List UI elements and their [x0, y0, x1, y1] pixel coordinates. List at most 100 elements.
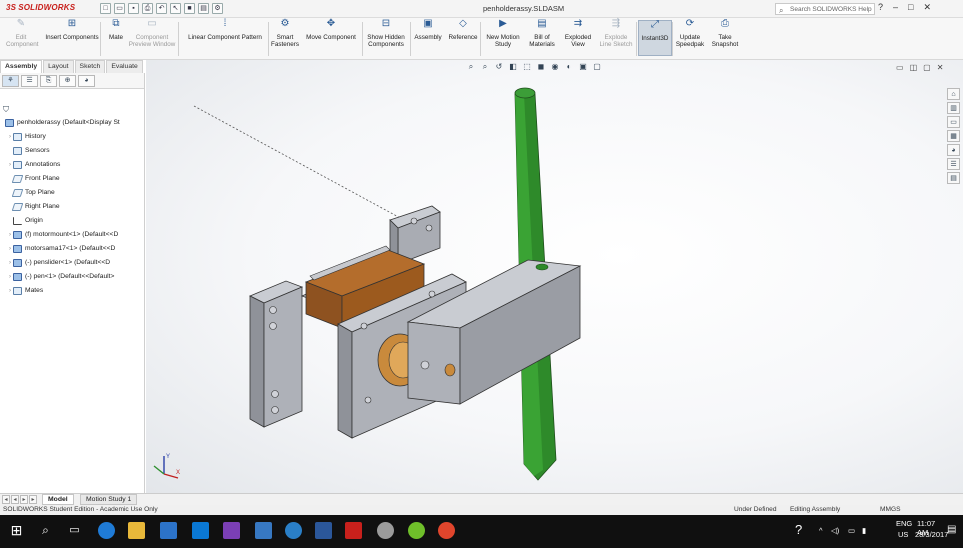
- solidworks-icon[interactable]: [345, 522, 362, 539]
- command-manager-tabs: Assembly Layout Sketch Evaluate: [0, 60, 145, 73]
- tab-layout[interactable]: Layout: [43, 60, 74, 73]
- dimxpert-tab-icon[interactable]: ⊕: [59, 75, 76, 87]
- print-icon[interactable]: ⎙: [142, 3, 153, 14]
- cmd-smart-fasteners-button[interactable]: ⚙ Smart Fasteners: [270, 18, 300, 49]
- cmd-component-preview-button[interactable]: ▭ Component Preview Window: [126, 19, 178, 49]
- cmd-assembly-features-button[interactable]: ▣ Assembly: [412, 19, 444, 42]
- search-icon[interactable]: ⌕: [37, 522, 54, 539]
- cmd-instant3d-button[interactable]: ⤢ Instant3D: [638, 20, 672, 56]
- visual-studio-icon[interactable]: [223, 522, 240, 539]
- file-explorer-icon[interactable]: [128, 522, 145, 539]
- expand-arrow-icon[interactable]: ›: [9, 256, 11, 270]
- tree-item[interactable]: Sensors: [0, 144, 145, 158]
- scroll-last-icon[interactable]: ▸: [29, 495, 37, 504]
- sketch-construction-line: [193, 105, 405, 221]
- graphics-area[interactable]: ⌕ ⌕ ↺ ◧ ⬚ ◼ ◉ ◐ ▣ ▢ ▭ ◫ ▢ ✕ ⌂ ▥ ▭ ▦ ◕ ☰ …: [146, 60, 963, 493]
- network-icon[interactable]: ▭: [848, 526, 855, 535]
- options-gear-icon[interactable]: ⚙: [212, 3, 223, 14]
- open-icon[interactable]: ▭: [114, 3, 125, 14]
- close-button[interactable]: ✕: [923, 2, 931, 13]
- expand-arrow-icon[interactable]: ›: [9, 284, 11, 298]
- chrome-icon[interactable]: [438, 522, 455, 539]
- cmd-exploded-view-button[interactable]: ⇉ Exploded View: [561, 19, 595, 49]
- task-view-icon[interactable]: ▭: [66, 522, 83, 539]
- plane-icon: [11, 203, 24, 211]
- cmd-move-component-button[interactable]: ✥ Move Component: [302, 19, 360, 42]
- cmd-update-speedpak-button[interactable]: ⟳ Update Speedpak: [674, 19, 706, 49]
- tree-item[interactable]: Right Plane: [0, 200, 145, 214]
- tree-item[interactable]: Top Plane: [0, 186, 145, 200]
- toolbar-separator: [480, 22, 481, 56]
- tree-item[interactable]: › (-) pen<1> (Default<<Default>: [0, 270, 145, 284]
- cmd-take-snapshot-button[interactable]: ⎙ Take Snapshot: [710, 19, 740, 49]
- tree-item[interactable]: Front Plane: [0, 172, 145, 186]
- help-icon[interactable]: ?: [878, 2, 883, 13]
- tab-model[interactable]: Model: [42, 494, 74, 505]
- battery-icon[interactable]: ▮: [862, 526, 866, 535]
- solidworks-logo[interactable]: 3S SOLIDWORKS: [6, 3, 75, 12]
- status-units[interactable]: MMGS: [880, 505, 901, 515]
- expand-arrow-icon[interactable]: ›: [9, 158, 11, 172]
- tree-item[interactable]: Origin: [0, 214, 145, 228]
- assembly-model[interactable]: Y X: [146, 60, 963, 493]
- select-icon[interactable]: ↖: [170, 3, 181, 14]
- tree-item[interactable]: penholderassy (Default<Display St: [0, 116, 145, 130]
- ds-logo-icon: 3S: [6, 3, 17, 12]
- cmd-insert-components-button[interactable]: ⊞ Insert Components: [40, 19, 104, 42]
- notifications-icon[interactable]: ▤: [947, 524, 956, 535]
- tab-evaluate[interactable]: Evaluate: [106, 60, 143, 73]
- windows-start-icon[interactable]: ⊞: [8, 522, 25, 539]
- property-manager-tab-icon[interactable]: ☰: [21, 75, 38, 87]
- funnel-icon[interactable]: ⛉: [3, 105, 9, 115]
- restore-button[interactable]: □: [908, 2, 913, 13]
- tree-item[interactable]: › Mates: [0, 284, 145, 298]
- word-icon[interactable]: [315, 522, 332, 539]
- scroll-prev-icon[interactable]: ◂: [11, 495, 19, 504]
- edge-icon[interactable]: [98, 522, 115, 539]
- configuration-manager-tab-icon[interactable]: ⎘: [40, 75, 57, 87]
- file-properties-icon[interactable]: ▤: [198, 3, 209, 14]
- smart-fasteners-icon: ⚙: [280, 18, 290, 29]
- tab-motion-study-1[interactable]: Motion Study 1: [80, 494, 138, 505]
- display-manager-tab-icon[interactable]: ◕: [78, 75, 95, 87]
- tab-assembly[interactable]: Assembly: [0, 60, 43, 73]
- app-icon[interactable]: [192, 522, 209, 539]
- feature-manager-tab-icon[interactable]: ⚘: [2, 75, 19, 87]
- cmd-new-motion-study-button[interactable]: ▶ New Motion Study: [483, 19, 523, 49]
- expand-arrow-icon[interactable]: ›: [9, 228, 11, 242]
- tree-item[interactable]: › Annotations: [0, 158, 145, 172]
- scroll-first-icon[interactable]: ◂: [2, 495, 10, 504]
- powershell-icon[interactable]: [255, 522, 272, 539]
- tree-item[interactable]: › motorsama17<1> (Default<<D: [0, 242, 145, 256]
- new-document-icon[interactable]: □: [100, 3, 111, 14]
- expand-arrow-icon[interactable]: ›: [9, 270, 11, 284]
- app-icon[interactable]: [377, 522, 394, 539]
- minimize-button[interactable]: –: [893, 2, 898, 13]
- language-indicator[interactable]: ENG: [896, 519, 912, 528]
- show-hidden-icons-icon[interactable]: ^: [819, 526, 823, 535]
- cmd-bill-of-materials-button[interactable]: ▤ Bill of Materials: [526, 19, 558, 49]
- cmd-reference-geometry-button[interactable]: ◇ Reference: [446, 19, 480, 42]
- settings-icon[interactable]: [285, 522, 302, 539]
- tree-item[interactable]: › History: [0, 130, 145, 144]
- cmd-show-hidden-button[interactable]: ⊟ Show Hidden Components: [364, 19, 408, 49]
- save-icon[interactable]: ▪: [128, 3, 139, 14]
- store-icon[interactable]: [160, 522, 177, 539]
- expand-arrow-icon[interactable]: ›: [9, 242, 11, 256]
- green-app-icon[interactable]: [408, 522, 425, 539]
- help-circle-icon[interactable]: ?: [795, 522, 802, 537]
- volume-icon[interactable]: ◁): [831, 526, 839, 535]
- history-icon: [13, 133, 22, 141]
- tree-item[interactable]: › (-) penslider<1> (Default<<D: [0, 256, 145, 270]
- help-search-input[interactable]: ⌕ Search SOLIDWORKS Help: [775, 3, 875, 15]
- cmd-mate-button[interactable]: ⧉ Mate: [106, 19, 126, 42]
- tree-item[interactable]: › (f) motormount<1> (Default<<D: [0, 228, 145, 242]
- expand-arrow-icon[interactable]: ›: [9, 130, 11, 144]
- cmd-linear-pattern-button[interactable]: ⁞ Linear Component Pattern: [182, 19, 268, 42]
- cmd-explode-line-sketch-button[interactable]: ⇶ Explode Line Sketch: [599, 19, 633, 49]
- undo-icon[interactable]: ↶: [156, 3, 167, 14]
- tab-sketch[interactable]: Sketch: [74, 60, 106, 73]
- cmd-edit-component-button[interactable]: ✎ Edit Component: [6, 19, 39, 49]
- rebuild-icon[interactable]: ■: [184, 3, 195, 14]
- scroll-next-icon[interactable]: ▸: [20, 495, 28, 504]
